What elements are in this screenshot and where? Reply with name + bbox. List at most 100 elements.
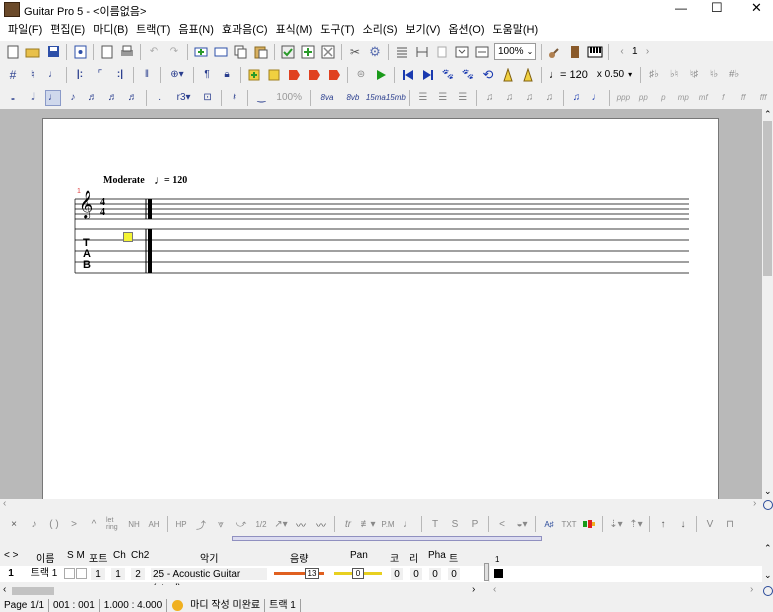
palm-mute-icon[interactable]: P.M: [380, 516, 396, 532]
trill-icon[interactable]: tr: [340, 516, 356, 532]
tie-icon[interactable]: ⊡: [200, 90, 216, 106]
beam-connect-icon[interactable]: ♫: [542, 90, 558, 106]
align-center-icon[interactable]: ☰: [435, 90, 451, 106]
table-row[interactable]: 1 트랙 1 1 1 2 25 - Acoustic Guitar (steel…: [0, 566, 488, 594]
double-bar-icon[interactable]: ‖: [139, 67, 155, 83]
lock-icon[interactable]: 🔒︎: [219, 67, 235, 83]
menu-sound[interactable]: 소리(S): [359, 20, 402, 41]
cut-icon[interactable]: ✂: [347, 44, 363, 60]
track-port[interactable]: 1: [90, 567, 106, 581]
check-bar-icon[interactable]: [280, 44, 296, 60]
repeat-close-icon[interactable]: :|: [112, 67, 128, 83]
sixty-fourth-note-icon[interactable]: ♬: [125, 90, 141, 106]
heavy-accent-icon[interactable]: ^: [86, 516, 102, 532]
fraction-icon[interactable]: 1/2: [253, 516, 269, 532]
scroll-up-icon[interactable]: ⌃: [764, 109, 772, 120]
natural-tempo[interactable]: 100%: [276, 92, 302, 103]
multitrack-icon[interactable]: [454, 44, 470, 60]
insert-track-icon[interactable]: [213, 44, 229, 60]
menu-note[interactable]: 음표(N): [174, 20, 218, 41]
artificial-harmonic-icon[interactable]: AH: [146, 516, 162, 532]
crescendo-icon[interactable]: <: [494, 516, 510, 532]
track-instrument[interactable]: 25 - Acoustic Guitar (steel): [150, 567, 268, 594]
dotted-note-icon[interactable]: .: [152, 90, 168, 106]
vibrato-icon[interactable]: 〰: [293, 516, 309, 532]
scroll-up-icon[interactable]: ⌃: [764, 543, 772, 554]
note-cursor[interactable]: [123, 232, 133, 242]
scroll-left-icon[interactable]: ‹: [493, 584, 496, 595]
scroll-down-icon[interactable]: ⌄: [764, 570, 772, 581]
section-icon[interactable]: ¶: [199, 67, 215, 83]
reverb-value[interactable]: 0: [409, 567, 423, 581]
tuplet-icon[interactable]: r3▾: [172, 90, 196, 106]
phaser-value[interactable]: 0: [428, 567, 442, 581]
align-left-icon[interactable]: ☰: [415, 90, 431, 106]
zoom-corner-icon[interactable]: [763, 500, 773, 510]
two-octave-down-icon[interactable]: 15mb: [386, 90, 406, 106]
track-channel[interactable]: 1: [110, 567, 126, 581]
ghost-note-icon[interactable]: ♪: [26, 516, 42, 532]
menu-view[interactable]: 보기(V): [402, 20, 445, 41]
bookmark-red-icon[interactable]: [286, 67, 302, 83]
maximize-button[interactable]: ☐: [711, 0, 723, 16]
sharp-icon[interactable]: #: [5, 67, 21, 83]
menu-bar-measure[interactable]: 마디(B): [89, 20, 132, 41]
whole-note-icon[interactable]: 𝅝: [5, 90, 21, 106]
slap-icon[interactable]: S: [447, 516, 463, 532]
close-button[interactable]: ✕: [751, 0, 762, 16]
dead-note-icon[interactable]: ×: [6, 516, 22, 532]
scroll-thumb[interactable]: [763, 121, 772, 276]
dynamic-mp-icon[interactable]: mp: [675, 90, 691, 106]
prev-page-icon[interactable]: ‹: [614, 44, 630, 60]
beam-join-icon[interactable]: ♫: [522, 90, 538, 106]
skip-forward-icon[interactable]: [420, 67, 436, 83]
zoom-select[interactable]: 100% ⌄: [494, 43, 536, 60]
print-preview-icon[interactable]: [99, 44, 115, 60]
countdown-icon[interactable]: [520, 67, 536, 83]
transpose-down-icon[interactable]: ♭♮: [666, 67, 682, 83]
track-vertical-scrollbar[interactable]: ⌃ ⌄: [762, 543, 773, 585]
measure-grid[interactable]: [490, 566, 762, 582]
solo-checkbox[interactable]: [64, 568, 75, 579]
chorus-value[interactable]: 0: [390, 567, 404, 581]
track-panel-splitter[interactable]: [484, 563, 489, 581]
downstroke-icon[interactable]: ↓: [675, 516, 691, 532]
upstroke-icon[interactable]: ↑: [655, 516, 671, 532]
new-file-icon[interactable]: [5, 44, 21, 60]
keyboard-icon[interactable]: [587, 44, 603, 60]
menu-track[interactable]: 트랙(T): [132, 20, 174, 41]
voice-icon[interactable]: ♩: [45, 67, 61, 83]
settings-gear-icon[interactable]: ⚙: [367, 44, 383, 60]
octave-down-icon[interactable]: 8vb: [342, 90, 364, 106]
track-channel-2[interactable]: 2: [130, 567, 146, 581]
parenthesis-icon[interactable]: ( ): [46, 516, 62, 532]
undo-icon[interactable]: ↶: [146, 44, 162, 60]
dynamic-p-icon[interactable]: p: [655, 90, 671, 106]
menu-edit[interactable]: 편집(E): [46, 20, 89, 41]
redo-icon[interactable]: ↷: [166, 44, 182, 60]
dynamic-pp-icon[interactable]: pp: [635, 90, 651, 106]
track-nav[interactable]: < >: [4, 550, 18, 561]
eighth-note-icon[interactable]: ♪: [65, 90, 81, 106]
vertical-scrollbar[interactable]: ⌃ ⌄: [762, 109, 773, 499]
natural-harmonic-icon[interactable]: NH: [126, 516, 142, 532]
stem-direction-icon[interactable]: ♩: [588, 90, 604, 106]
fretboard-icon[interactable]: [567, 44, 583, 60]
paste-icon[interactable]: [253, 44, 269, 60]
speed-select[interactable]: x 0.50 ▾: [594, 66, 635, 83]
slur-icon[interactable]: ‿: [253, 90, 269, 106]
quarter-note-icon[interactable]: ♩: [44, 89, 61, 106]
repeat-open-icon[interactable]: |:: [72, 67, 88, 83]
paw-icon[interactable]: 🐾︎: [440, 67, 456, 83]
print-icon[interactable]: [119, 44, 135, 60]
track-horizontal-scrollbar[interactable]: ‹ ›: [0, 584, 486, 597]
half-note-icon[interactable]: 𝅗𝅥: [25, 90, 41, 106]
dynamic-mf-icon[interactable]: mf: [695, 90, 711, 106]
blank-icon[interactable]: [434, 44, 450, 60]
menu-tools[interactable]: 도구(T): [316, 20, 358, 41]
copy-icon[interactable]: [233, 44, 249, 60]
tempo-display[interactable]: ♩= 120: [549, 69, 588, 81]
dynamic-ff-icon[interactable]: ff: [735, 90, 751, 106]
play-icon[interactable]: [373, 67, 389, 83]
delete-bar-icon[interactable]: [320, 44, 336, 60]
